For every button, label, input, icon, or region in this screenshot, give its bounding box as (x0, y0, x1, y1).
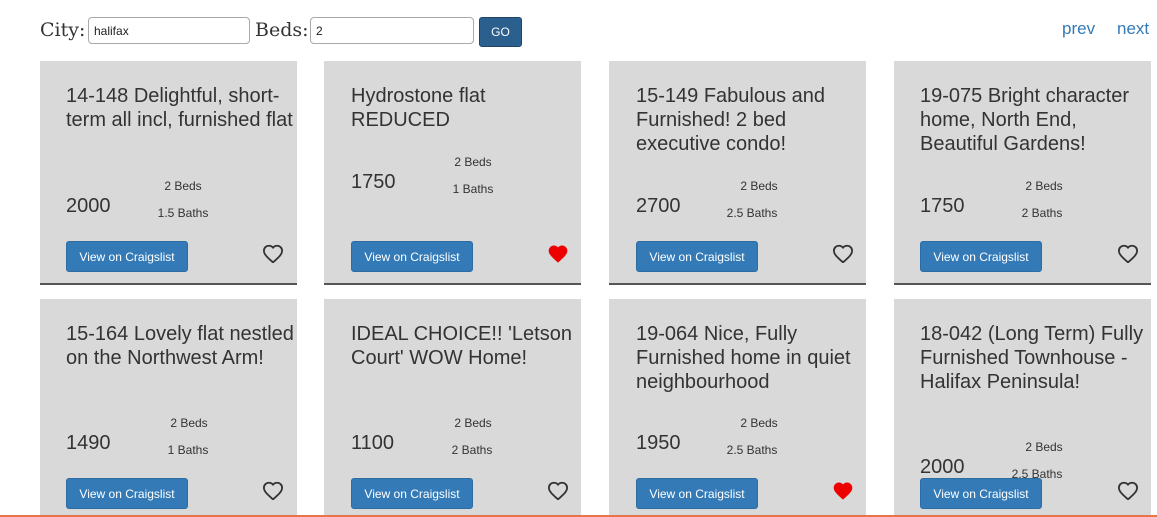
listing-card: IDEAL CHOICE!! 'Letson Court' WOW Home! … (324, 299, 581, 517)
listing-beds: 2 Beds (170, 416, 208, 430)
heart-icon[interactable] (1117, 480, 1139, 500)
listing-card: 18-042 (Long Term) Fully Furnished Townh… (894, 299, 1151, 517)
listing-card: Hydrostone flat REDUCED 1750 2 Beds 1 Ba… (324, 61, 581, 285)
listing-card: 15-149 Fabulous and Furnished! 2 bed exe… (609, 61, 866, 285)
listing-baths: 2 Baths (1021, 206, 1063, 220)
listing-price: 2700 (636, 195, 681, 217)
next-link[interactable]: next (1117, 19, 1149, 39)
listing-baths: 1 Baths (452, 182, 494, 196)
view-on-craigslist-button[interactable]: View on Craigslist (636, 478, 758, 509)
listing-baths: 1.5 Baths (157, 206, 209, 220)
beds-label: Beds: (255, 19, 309, 41)
listing-beds: 2 Beds (1025, 179, 1063, 193)
heart-icon[interactable] (262, 480, 284, 500)
listing-baths: 1 Baths (167, 443, 209, 457)
view-on-craigslist-button[interactable]: View on Craigslist (351, 478, 473, 509)
heart-icon[interactable] (832, 243, 854, 263)
view-on-craigslist-button[interactable]: View on Craigslist (920, 478, 1042, 509)
listing-card: 14-148 Delightful, short-term all incl, … (40, 61, 297, 285)
heart-icon[interactable] (547, 243, 569, 263)
listing-beds: 2 Beds (1025, 440, 1063, 454)
listing-beds: 2 Beds (164, 179, 202, 193)
heart-icon[interactable] (832, 480, 854, 500)
listing-price: 2000 (920, 456, 965, 478)
listing-price: 1100 (351, 432, 395, 454)
city-label: City: (40, 19, 86, 41)
listing-beds: 2 Beds (740, 416, 778, 430)
view-on-craigslist-button[interactable]: View on Craigslist (920, 241, 1042, 272)
listing-beds: 2 Beds (454, 416, 492, 430)
listing-title: Hydrostone flat REDUCED (351, 85, 486, 131)
listing-card: 19-064 Nice, Fully Furnished home in qui… (609, 299, 866, 517)
listing-baths: 2 Baths (451, 443, 493, 457)
listing-beds: 2 Beds (454, 155, 492, 169)
search-bar: City: Beds: GO prev next (0, 0, 1157, 60)
listing-price: 1950 (636, 432, 681, 454)
listing-price: 1490 (66, 432, 111, 454)
listing-baths: 2.5 Baths (726, 206, 778, 220)
view-on-craigslist-button[interactable]: View on Craigslist (636, 241, 758, 272)
listing-price: 2000 (66, 195, 111, 217)
heart-icon[interactable] (547, 480, 569, 500)
listing-title: 15-164 Lovely flat nestled on the Northw… (66, 323, 294, 369)
city-input[interactable] (88, 17, 250, 44)
listing-card: 19-075 Bright character home, North End,… (894, 61, 1151, 285)
listing-title: 19-075 Bright character home, North End,… (920, 85, 1130, 155)
listing-title: 14-148 Delightful, short-term all incl, … (66, 85, 293, 131)
listing-title: 18-042 (Long Term) Fully Furnished Townh… (920, 323, 1144, 393)
listing-title: IDEAL CHOICE!! 'Letson Court' WOW Home! (351, 323, 572, 369)
listing-price: 1750 (920, 195, 965, 217)
view-on-craigslist-button[interactable]: View on Craigslist (66, 241, 188, 272)
listing-title: 19-064 Nice, Fully Furnished home in qui… (636, 323, 851, 393)
go-button[interactable]: GO (479, 17, 522, 47)
listing-card: 15-164 Lovely flat nestled on the Northw… (40, 299, 297, 517)
listing-beds: 2 Beds (740, 179, 778, 193)
heart-icon[interactable] (1117, 243, 1139, 263)
prev-link[interactable]: prev (1062, 19, 1095, 39)
view-on-craigslist-button[interactable]: View on Craigslist (66, 478, 188, 509)
listing-price: 1750 (351, 171, 396, 193)
beds-input[interactable] (310, 17, 474, 44)
view-on-craigslist-button[interactable]: View on Craigslist (351, 241, 473, 272)
listing-title: 15-149 Fabulous and Furnished! 2 bed exe… (636, 85, 826, 155)
listing-baths: 2.5 Baths (726, 443, 778, 457)
heart-icon[interactable] (262, 243, 284, 263)
